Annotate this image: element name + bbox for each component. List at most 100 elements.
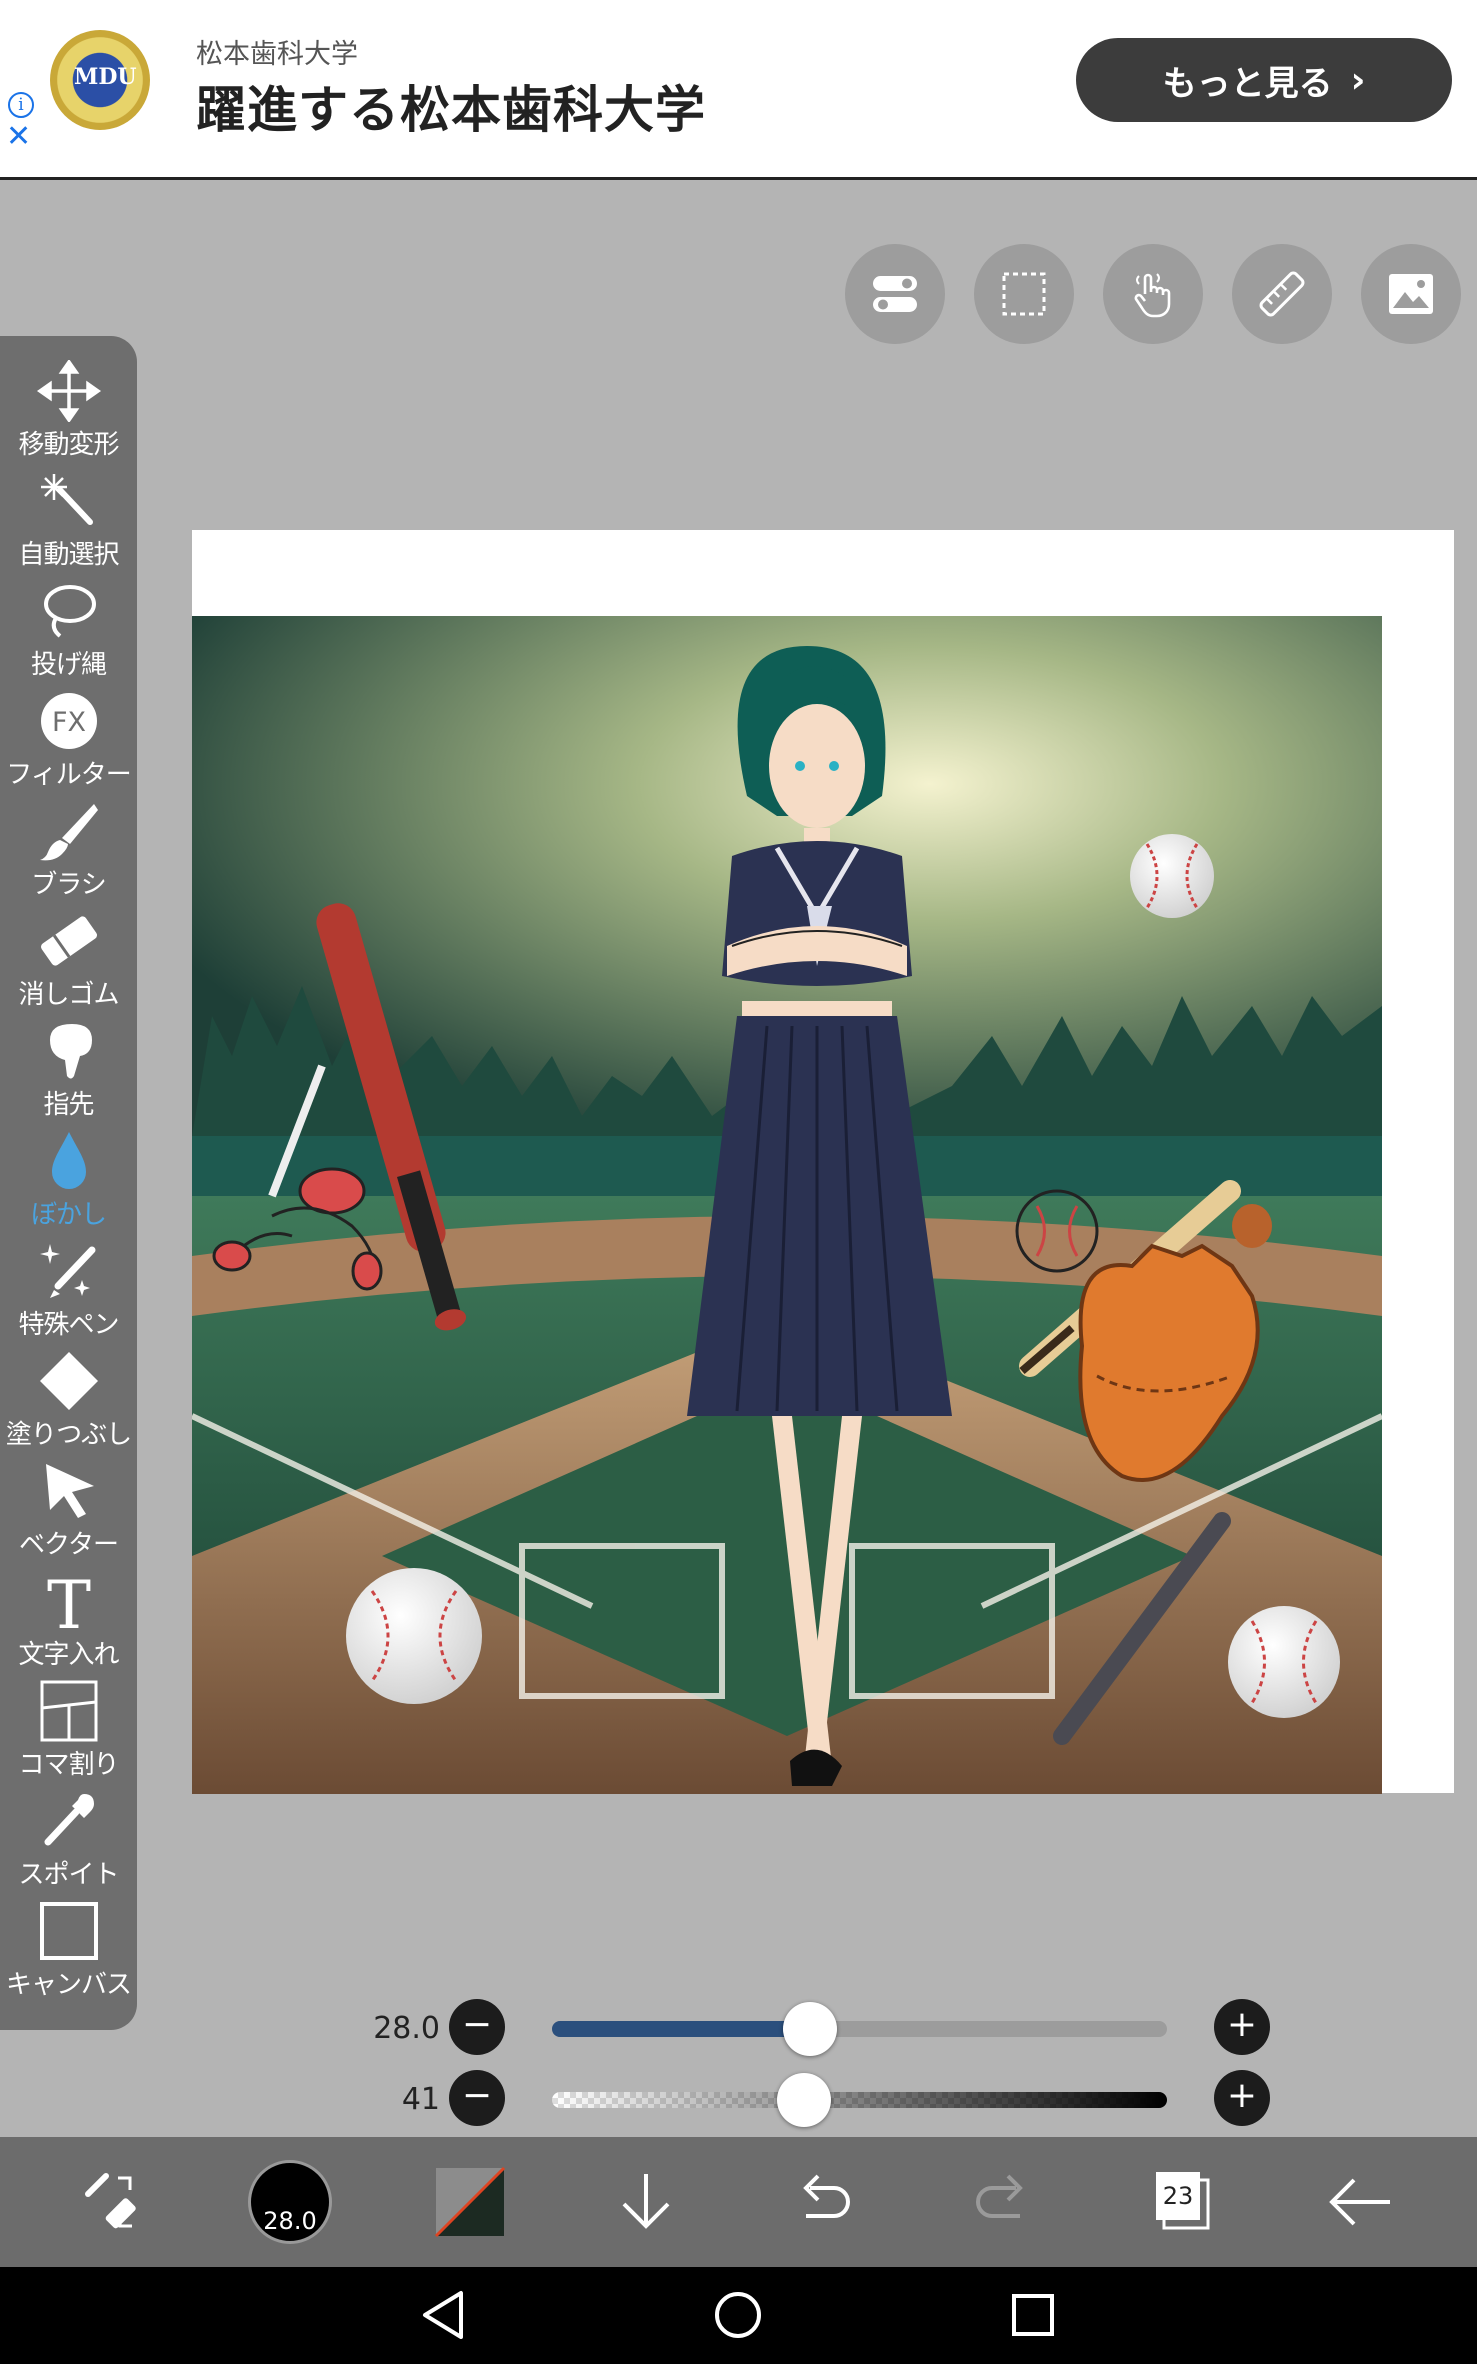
finger-icon — [49, 1024, 92, 1079]
color-swatch-icon — [434, 2166, 506, 2238]
vector-icon — [45, 1464, 94, 1518]
brush-size-value: 28.0 — [373, 2011, 440, 2046]
tool-brush[interactable]: ブラシ — [0, 800, 137, 908]
tool-special-pen-label: 特殊ペン — [18, 1310, 119, 1340]
tool-eraser-label: 消しゴム — [18, 980, 119, 1010]
chevron-right-icon: › — [1350, 59, 1366, 101]
color-swatch-button[interactable] — [430, 2162, 510, 2242]
swap-tool-button[interactable] — [72, 2162, 152, 2242]
ruler-icon — [1259, 271, 1305, 317]
brush-icon — [39, 804, 98, 861]
canvas-icon — [39, 1902, 98, 1960]
ad-title: 躍進する松本歯科大学 — [196, 81, 706, 139]
opacity-value: 41 — [401, 2082, 440, 2117]
tool-finger-label: 指先 — [43, 1090, 94, 1120]
download-button[interactable] — [606, 2162, 686, 2242]
tool-fill[interactable]: 塗りつぶし — [0, 1350, 137, 1458]
opacity-knob[interactable] — [777, 2073, 832, 2127]
tool-eyedropper[interactable]: スポイト — [0, 1790, 137, 1898]
special-pen-icon — [39, 1244, 95, 1298]
toggle-button[interactable] — [845, 244, 945, 344]
tool-canvas[interactable]: キャンバス — [0, 1900, 137, 2008]
eyedropper-icon — [44, 1794, 94, 1846]
tool-canvas-label: キャンバス — [5, 1970, 132, 2000]
selection-button[interactable] — [974, 244, 1074, 344]
hand-button[interactable] — [1103, 244, 1203, 344]
close-icon[interactable]: ✕ — [6, 122, 31, 152]
size-increase-button[interactable]: + — [1214, 1999, 1270, 2055]
opacity-decrease-button[interactable]: − — [449, 2070, 505, 2126]
eraser-icon — [40, 916, 97, 966]
nav-home-icon[interactable] — [710, 2287, 766, 2343]
blur-drop-icon — [51, 1132, 86, 1189]
tool-filter[interactable]: FX フィルター — [0, 690, 137, 798]
undo-button[interactable] — [784, 2162, 864, 2242]
image-icon — [1389, 274, 1433, 314]
layer-count: 23 — [1163, 2182, 1194, 2210]
tool-text-label: 文字入れ — [18, 1640, 119, 1670]
tool-finger[interactable]: 指先 — [0, 1020, 137, 1128]
opacity-increase-button[interactable]: + — [1214, 2070, 1270, 2126]
tool-move[interactable]: 移動変形 — [0, 360, 137, 468]
canvas-artwork[interactable] — [192, 616, 1382, 1794]
more-button-label: もっと見る — [1162, 63, 1333, 104]
tool-panel-label: コマ割り — [18, 1750, 119, 1780]
back-button[interactable] — [1320, 2162, 1400, 2242]
ad-banner[interactable]: MDU i ✕ 松本歯科大学 躍進する松本歯科大学 もっと見る › — [0, 0, 1477, 180]
hand-icon — [1134, 273, 1171, 318]
artwork-illustration — [192, 616, 1382, 1794]
opacity-slider-row: 41 − + — [0, 2070, 1477, 2130]
selection-icon — [1002, 272, 1046, 316]
info-icon[interactable]: i — [8, 92, 34, 118]
tool-brush-label: ブラシ — [31, 870, 106, 900]
opacity-slider[interactable] — [552, 2092, 1167, 2108]
arrow-down-icon — [622, 2174, 670, 2229]
tool-fill-label: 塗りつぶし — [5, 1420, 132, 1450]
logo-letters: MDU — [74, 64, 137, 90]
fx-icon: FX — [40, 693, 97, 749]
tool-text[interactable]: T 文字入れ — [0, 1570, 137, 1678]
magic-wand-icon — [40, 474, 93, 525]
tool-panel[interactable]: コマ割り — [0, 1680, 137, 1788]
brush-size-knob[interactable] — [783, 2002, 838, 2056]
tool-lasso[interactable]: 投げ縄 — [0, 580, 137, 688]
nav-back-icon[interactable] — [417, 2287, 473, 2343]
bottom-toolbar: 28.0 23 — [0, 2137, 1477, 2267]
size-decrease-button[interactable]: − — [449, 1999, 505, 2055]
panel-icon — [40, 1680, 97, 1742]
layers-button[interactable]: 23 — [1140, 2162, 1220, 2242]
tool-special-pen[interactable]: 特殊ペン — [0, 1240, 137, 1348]
nav-recents-icon[interactable] — [1005, 2287, 1061, 2343]
text-tool-glyph: T — [46, 1570, 90, 1632]
ad-subtitle: 松本歯科大学 — [196, 39, 358, 70]
ruler-button[interactable] — [1232, 244, 1332, 344]
brush-size-slider-row: 28.0 − + — [0, 1999, 1477, 2059]
university-logo: MDU — [50, 30, 150, 130]
brush-size-preview-button[interactable]: 28.0 — [248, 2160, 332, 2244]
toggle-icon — [873, 276, 917, 312]
tool-blur-label: ぼかし — [30, 1200, 107, 1230]
tool-eyedropper-label: スポイト — [18, 1860, 119, 1890]
brush-preview-size: 28.0 — [263, 2207, 317, 2235]
tool-vector-label: ベクター — [19, 1530, 119, 1560]
more-button[interactable]: もっと見る › — [1076, 38, 1452, 122]
move-icon — [36, 360, 101, 422]
brush-size-fill — [552, 2021, 811, 2037]
text-icon: T — [46, 1570, 90, 1632]
lasso-icon — [43, 585, 96, 638]
tool-blur[interactable]: ぼかし — [0, 1130, 137, 1238]
tool-auto-select[interactable]: 自動選択 — [0, 470, 137, 578]
brush-size-slider[interactable] — [552, 2021, 1167, 2037]
fx-text: FX — [51, 707, 85, 738]
brush-preview-circle: 28.0 — [248, 2160, 332, 2244]
undo-icon — [803, 2174, 850, 2218]
redo-icon — [976, 2174, 1023, 2218]
image-button[interactable] — [1361, 244, 1461, 344]
tool-sidebar: 移動変形 自動選択 投げ縄 FX フィルター ブラシ 消しゴム 指先 ぼかし 特… — [0, 336, 137, 2030]
tool-move-label: 移動変形 — [18, 430, 119, 460]
arrow-left-icon — [1329, 2178, 1390, 2226]
tool-filter-label: フィルター — [6, 760, 131, 790]
tool-eraser[interactable]: 消しゴム — [0, 910, 137, 1018]
redo-button[interactable] — [962, 2162, 1042, 2242]
tool-vector[interactable]: ベクター — [0, 1460, 137, 1568]
